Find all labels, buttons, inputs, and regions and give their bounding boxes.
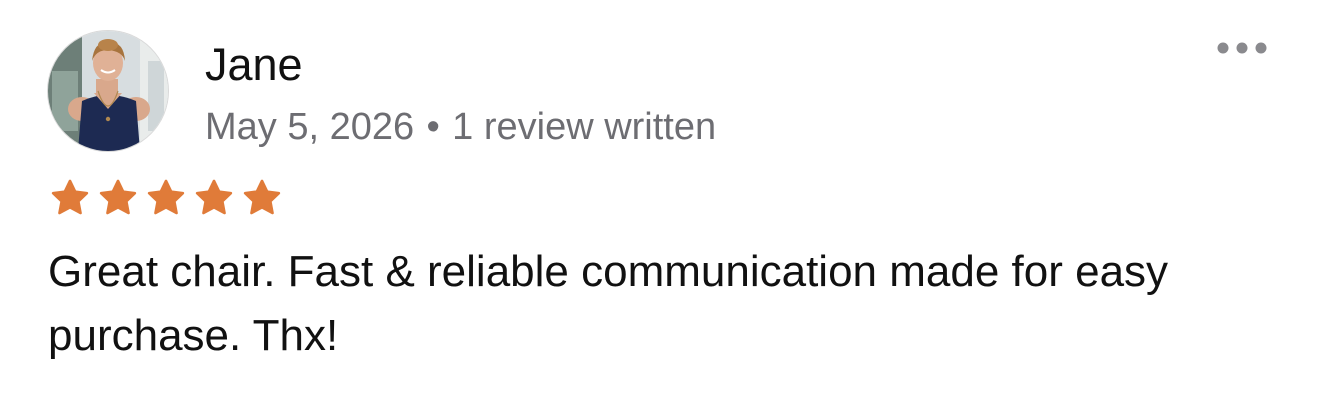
review-card: Jane May 5, 2026 • 1 review written Great … <box>0 0 1320 400</box>
more-options-button[interactable] <box>1208 30 1276 66</box>
review-date: May 5, 2026 <box>205 106 415 148</box>
avatar-photo-icon <box>48 31 168 151</box>
star-icon <box>48 178 92 218</box>
more-horizontal-icon <box>1217 42 1267 54</box>
star-icon <box>192 178 236 218</box>
review-body: Great chair. Fast & reliable communicati… <box>48 247 1169 360</box>
star-icon <box>144 178 188 218</box>
star-rating <box>48 178 284 218</box>
reviewer-name[interactable]: Jane <box>205 38 303 92</box>
reviewer-avatar[interactable] <box>48 31 168 151</box>
star-icon <box>240 178 284 218</box>
meta-separator: • <box>426 106 440 148</box>
review-count: 1 review written <box>452 106 717 148</box>
star-icon <box>96 178 140 218</box>
review-meta: May 5, 2026 • 1 review written <box>205 104 716 150</box>
